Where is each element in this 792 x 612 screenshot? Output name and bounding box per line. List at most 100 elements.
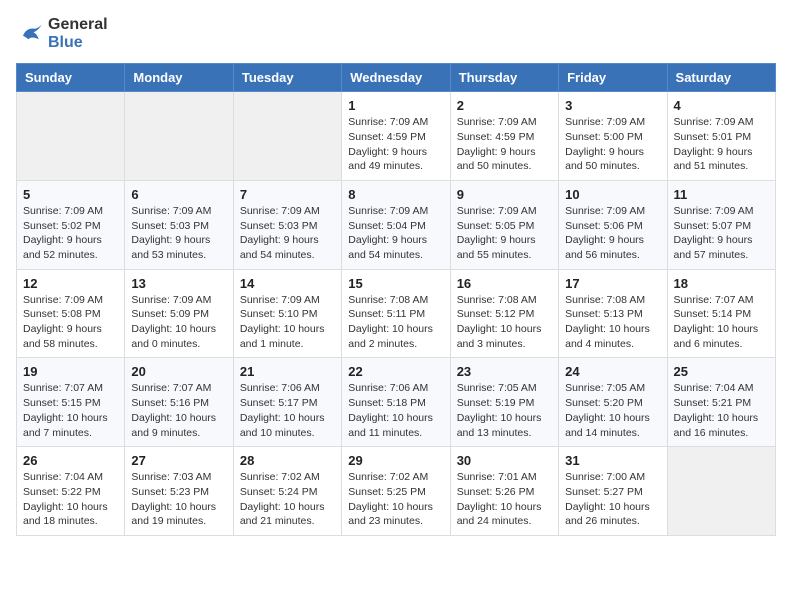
calendar-cell: 6 Sunrise: 7:09 AMSunset: 5:03 PMDaylight… (125, 180, 233, 269)
day-info: Sunrise: 7:03 AMSunset: 5:23 PMDaylight:… (131, 470, 226, 529)
calendar-cell: 27 Sunrise: 7:03 AMSunset: 5:23 PMDayligh… (125, 447, 233, 536)
logo-text-blue: Blue (48, 34, 108, 52)
day-info: Sunrise: 7:09 AMSunset: 5:03 PMDaylight:… (240, 204, 335, 263)
day-info: Sunrise: 7:06 AMSunset: 5:17 PMDaylight:… (240, 381, 335, 440)
day-number: 4 (674, 98, 769, 113)
calendar-cell (667, 447, 775, 536)
day-info: Sunrise: 7:02 AMSunset: 5:24 PMDaylight:… (240, 470, 335, 529)
calendar-cell (233, 92, 341, 181)
calendar-cell: 3 Sunrise: 7:09 AMSunset: 5:00 PMDaylight… (559, 92, 667, 181)
day-number: 26 (23, 453, 118, 468)
calendar-cell: 21Sunrise: 7:06 AMSunset: 5:17 PMDayligh… (233, 358, 341, 447)
day-info: Sunrise: 7:08 AMSunset: 5:11 PMDaylight:… (348, 293, 443, 352)
calendar-cell: 9Sunrise: 7:09 AMSunset: 5:05 PMDaylight… (450, 180, 558, 269)
day-info: Sunrise: 7:01 AMSunset: 5:26 PMDaylight:… (457, 470, 552, 529)
day-info: Sunrise: 7:00 AMSunset: 5:27 PMDaylight:… (565, 470, 660, 529)
header-saturday: Saturday (667, 64, 775, 92)
day-info: Sunrise: 7:07 AMSunset: 5:14 PMDaylight:… (674, 293, 769, 352)
day-number: 1 (348, 98, 443, 113)
day-number: 10 (565, 187, 660, 202)
calendar-cell: 19 Sunrise: 7:07 AMSunset: 5:15 PMDayligh… (17, 358, 125, 447)
calendar-cell: 7 Sunrise: 7:09 AMSunset: 5:03 PMDaylight… (233, 180, 341, 269)
calendar-cell: 14 Sunrise: 7:09 AMSunset: 5:10 PMDayligh… (233, 269, 341, 358)
day-number: 14 (240, 276, 335, 291)
day-number: 13 (131, 276, 226, 291)
calendar-cell: 5 Sunrise: 7:09 AMSunset: 5:02 PMDaylight… (17, 180, 125, 269)
header-thursday: Thursday (450, 64, 558, 92)
day-info: Sunrise: 7:02 AMSunset: 5:25 PMDaylight:… (348, 470, 443, 529)
header-wednesday: Wednesday (342, 64, 450, 92)
day-number: 22 (348, 364, 443, 379)
day-number: 28 (240, 453, 335, 468)
day-info: Sunrise: 7:09 AMSunset: 4:59 PMDaylight:… (348, 115, 443, 174)
calendar-cell: 1 Sunrise: 7:09 AMSunset: 4:59 PMDaylight… (342, 92, 450, 181)
day-info: Sunrise: 7:09 AMSunset: 5:02 PMDaylight:… (23, 204, 118, 263)
header-tuesday: Tuesday (233, 64, 341, 92)
day-info: Sunrise: 7:09 AMSunset: 5:03 PMDaylight:… (131, 204, 226, 263)
calendar-cell: 13 Sunrise: 7:09 AMSunset: 5:09 PMDayligh… (125, 269, 233, 358)
day-number: 29 (348, 453, 443, 468)
calendar-table: SundayMondayTuesdayWednesdayThursdayFrid… (16, 63, 776, 536)
day-number: 17 (565, 276, 660, 291)
day-info: Sunrise: 7:09 AMSunset: 5:08 PMDaylight:… (23, 293, 118, 352)
day-number: 31 (565, 453, 660, 468)
day-info: Sunrise: 7:05 AMSunset: 5:20 PMDaylight:… (565, 381, 660, 440)
day-number: 2 (457, 98, 552, 113)
calendar-cell: 15Sunrise: 7:08 AMSunset: 5:11 PMDayligh… (342, 269, 450, 358)
calendar-cell: 4 Sunrise: 7:09 AMSunset: 5:01 PMDaylight… (667, 92, 775, 181)
calendar-cell: 30Sunrise: 7:01 AMSunset: 5:26 PMDayligh… (450, 447, 558, 536)
day-number: 24 (565, 364, 660, 379)
day-number: 18 (674, 276, 769, 291)
calendar-week-5: 26 Sunrise: 7:04 AMSunset: 5:22 PMDayligh… (17, 447, 776, 536)
day-info: Sunrise: 7:05 AMSunset: 5:19 PMDaylight:… (457, 381, 552, 440)
logo-text-general: General (48, 16, 108, 34)
calendar-week-3: 12 Sunrise: 7:09 AMSunset: 5:08 PMDayligh… (17, 269, 776, 358)
day-number: 23 (457, 364, 552, 379)
day-info: Sunrise: 7:09 AMSunset: 5:01 PMDaylight:… (674, 115, 769, 174)
day-number: 8 (348, 187, 443, 202)
calendar-cell: 29 Sunrise: 7:02 AMSunset: 5:25 PMDayligh… (342, 447, 450, 536)
day-number: 19 (23, 364, 118, 379)
day-info: Sunrise: 7:09 AMSunset: 5:07 PMDaylight:… (674, 204, 769, 263)
day-number: 12 (23, 276, 118, 291)
day-number: 20 (131, 364, 226, 379)
calendar-cell: 8 Sunrise: 7:09 AMSunset: 5:04 PMDaylight… (342, 180, 450, 269)
calendar-cell: 10Sunrise: 7:09 AMSunset: 5:06 PMDayligh… (559, 180, 667, 269)
day-info: Sunrise: 7:06 AMSunset: 5:18 PMDaylight:… (348, 381, 443, 440)
day-info: Sunrise: 7:08 AMSunset: 5:12 PMDaylight:… (457, 293, 552, 352)
header-sunday: Sunday (17, 64, 125, 92)
calendar-cell: 23 Sunrise: 7:05 AMSunset: 5:19 PMDayligh… (450, 358, 558, 447)
calendar-cell: 17Sunrise: 7:08 AMSunset: 5:13 PMDayligh… (559, 269, 667, 358)
day-number: 3 (565, 98, 660, 113)
day-info: Sunrise: 7:09 AMSunset: 5:00 PMDaylight:… (565, 115, 660, 174)
day-number: 9 (457, 187, 552, 202)
calendar-week-4: 19 Sunrise: 7:07 AMSunset: 5:15 PMDayligh… (17, 358, 776, 447)
calendar-cell (17, 92, 125, 181)
calendar-cell: 24 Sunrise: 7:05 AMSunset: 5:20 PMDayligh… (559, 358, 667, 447)
day-number: 5 (23, 187, 118, 202)
day-info: Sunrise: 7:09 AMSunset: 5:10 PMDaylight:… (240, 293, 335, 352)
day-number: 6 (131, 187, 226, 202)
day-number: 25 (674, 364, 769, 379)
page-header: General Blue (16, 16, 776, 51)
calendar-cell: 2 Sunrise: 7:09 AMSunset: 4:59 PMDaylight… (450, 92, 558, 181)
calendar-week-2: 5 Sunrise: 7:09 AMSunset: 5:02 PMDaylight… (17, 180, 776, 269)
day-info: Sunrise: 7:04 AMSunset: 5:22 PMDaylight:… (23, 470, 118, 529)
day-info: Sunrise: 7:09 AMSunset: 5:04 PMDaylight:… (348, 204, 443, 263)
calendar-cell: 22 Sunrise: 7:06 AMSunset: 5:18 PMDayligh… (342, 358, 450, 447)
calendar-week-1: 1 Sunrise: 7:09 AMSunset: 4:59 PMDaylight… (17, 92, 776, 181)
day-info: Sunrise: 7:04 AMSunset: 5:21 PMDaylight:… (674, 381, 769, 440)
calendar-cell: 26 Sunrise: 7:04 AMSunset: 5:22 PMDayligh… (17, 447, 125, 536)
day-number: 7 (240, 187, 335, 202)
day-number: 27 (131, 453, 226, 468)
calendar-cell: 12 Sunrise: 7:09 AMSunset: 5:08 PMDayligh… (17, 269, 125, 358)
day-info: Sunrise: 7:09 AMSunset: 4:59 PMDaylight:… (457, 115, 552, 174)
calendar-cell: 20Sunrise: 7:07 AMSunset: 5:16 PMDayligh… (125, 358, 233, 447)
day-info: Sunrise: 7:09 AMSunset: 5:09 PMDaylight:… (131, 293, 226, 352)
calendar-header-row: SundayMondayTuesdayWednesdayThursdayFrid… (17, 64, 776, 92)
day-info: Sunrise: 7:07 AMSunset: 5:15 PMDaylight:… (23, 381, 118, 440)
calendar-cell: 16Sunrise: 7:08 AMSunset: 5:12 PMDayligh… (450, 269, 558, 358)
logo: General Blue (16, 16, 108, 51)
day-number: 11 (674, 187, 769, 202)
calendar-cell: 28 Sunrise: 7:02 AMSunset: 5:24 PMDayligh… (233, 447, 341, 536)
